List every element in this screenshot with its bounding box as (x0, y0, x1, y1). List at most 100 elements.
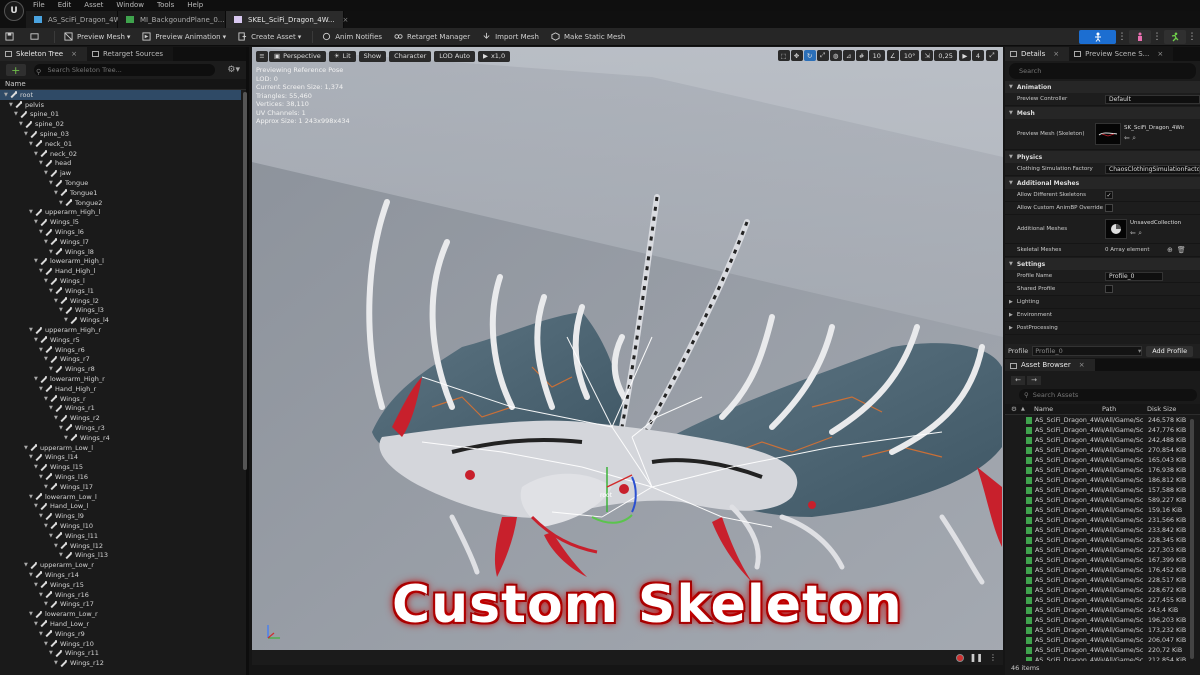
save-button[interactable] (0, 30, 23, 44)
bone-row[interactable]: ▼ Wings_l15 (0, 462, 241, 472)
bone-row[interactable]: ▼ Wings_l10 (0, 521, 241, 531)
tab-skeleton-tree[interactable]: Skeleton Tree × (0, 47, 87, 61)
preview-viewport[interactable]: root ≡ ▣ Perspective ☀ Lit Show Character … (252, 47, 1003, 665)
bone-row[interactable]: ▼ lowerarm_Low_r (0, 609, 241, 619)
bone-row[interactable]: ▼ Wings_r17 (0, 599, 241, 609)
menu-help[interactable]: Help (187, 1, 203, 9)
bone-row[interactable]: ▼ Wings_r1 (0, 404, 241, 414)
section-postprocessing[interactable]: ▶ PostProcessing (1005, 322, 1200, 335)
bone-row[interactable]: ▼ Tongue2 (0, 198, 241, 208)
section-animation[interactable]: ▼ Animation (1005, 81, 1200, 93)
bone-row[interactable]: ▼ Wings_l3 (0, 306, 241, 316)
tab-preview-scene-settings[interactable]: Preview Scene S... × (1069, 47, 1174, 61)
rotate-icon[interactable]: ↻ (803, 50, 816, 61)
translate-icon[interactable]: ✥ (790, 50, 803, 61)
bone-row[interactable]: ▼ Wings_l (0, 276, 241, 286)
more-options-icon[interactable]: ⋮ (1153, 30, 1162, 44)
close-icon[interactable]: × (1079, 361, 1085, 369)
preview-animation-button[interactable]: Preview Animation ▾ (137, 30, 231, 44)
play-rate-button[interactable]: ▶ x1,0 (477, 50, 511, 62)
asset-row[interactable]: AS_SciFi_Dragon_4Win/All/Game/Sc 173,232 … (1005, 625, 1200, 635)
section-lighting[interactable]: ▶ Lighting (1005, 296, 1200, 309)
bone-row[interactable]: ▼ lowerarm_High_r (0, 374, 241, 384)
bone-row[interactable]: ▼ Wings_l14 (0, 452, 241, 462)
bone-row[interactable]: ▼ Wings_r7 (0, 355, 241, 365)
preview-mesh-value[interactable]: SK_SciFi_Dragon_4Wings (1124, 125, 1184, 131)
asset-row[interactable]: AS_SciFi_Dragon_4Win/All/Game/Sc 243,4 Ki… (1005, 605, 1200, 615)
gear-icon[interactable]: ⚙▾ (227, 65, 240, 75)
bone-row[interactable]: ▼ spine_03 (0, 129, 241, 139)
bone-row[interactable]: ▼ upperarm_Low_l (0, 443, 241, 453)
skeleton-search-input[interactable] (33, 64, 216, 76)
close-icon[interactable]: × (343, 16, 349, 24)
bone-row[interactable]: ▼ Wings_l2 (0, 296, 241, 306)
browse-button[interactable] (25, 30, 48, 44)
bone-row[interactable]: ▼ Wings_r2 (0, 413, 241, 423)
menu-asset[interactable]: Asset (84, 1, 103, 9)
bone-row[interactable]: ▼ spine_02 (0, 119, 241, 129)
asset-row[interactable]: AS_SciFi_Dragon_4Win/All/Game/Sc 228,345 … (1005, 535, 1200, 545)
maximize-icon[interactable]: ⤢ (986, 50, 998, 61)
section-physics[interactable]: ▼ Physics (1005, 151, 1200, 163)
tab-retarget-sources[interactable]: Retarget Sources (86, 47, 174, 61)
record-button[interactable] (955, 653, 964, 662)
menu-edit[interactable]: Edit (58, 1, 72, 9)
animation-mode-button[interactable] (1164, 30, 1186, 44)
bone-row[interactable]: ▼ Wings_r11 (0, 648, 241, 658)
scale-snap-icon[interactable]: ⇲ (921, 50, 934, 61)
more-options-icon[interactable]: ⋮ (1118, 30, 1127, 44)
bone-row[interactable]: ▼ Wings_l13 (0, 550, 241, 560)
close-icon[interactable]: × (1053, 50, 1059, 58)
mesh-mode-button[interactable] (1129, 30, 1151, 44)
asset-row[interactable]: AS_SciFi_Dragon_4Win/All/Game/Sc 165,043 … (1005, 455, 1200, 465)
bone-row[interactable]: ▼ Wings_l4 (0, 315, 241, 325)
bone-row[interactable]: ▼ Hand_Low_l (0, 501, 241, 511)
bone-row[interactable]: ▼ Wings_r (0, 394, 241, 404)
scale-snap-value[interactable]: 0,25 (934, 50, 957, 61)
bone-row[interactable]: ▼ Hand_High_l (0, 266, 241, 276)
preview-controller-dropdown[interactable]: Default (1105, 94, 1200, 104)
tab-animation-sequence[interactable]: AS_SciFi_Dragon_4Win... (26, 11, 133, 28)
asset-row[interactable]: AS_SciFi_Dragon_4Win/All/Game/Sc 227,455 … (1005, 595, 1200, 605)
bone-row[interactable]: ▼ Wings_r15 (0, 580, 241, 590)
bone-row[interactable]: ▼ Tongue (0, 178, 241, 188)
bone-row[interactable]: ▼ upperarm_Low_r (0, 560, 241, 570)
bone-row[interactable]: ▼ Wings_l16 (0, 472, 241, 482)
allow-custom-animbp-checkbox[interactable] (1105, 204, 1113, 212)
bone-row[interactable]: ▼ neck_02 (0, 149, 241, 159)
show-button[interactable]: Show (358, 50, 387, 62)
bone-row[interactable]: ▼ Wings_l11 (0, 531, 241, 541)
scrollbar[interactable] (243, 92, 247, 470)
viewport-menu-icon[interactable]: ≡ (256, 50, 268, 62)
collection-thumbnail[interactable] (1105, 219, 1127, 239)
bone-row[interactable]: ▼ neck_01 (0, 139, 241, 149)
section-environment[interactable]: ▶ Environment (1005, 309, 1200, 322)
bone-row[interactable]: ▼ upperarm_High_r (0, 325, 241, 335)
bone-row[interactable]: ▼ Wings_r10 (0, 639, 241, 649)
menu-file[interactable]: File (33, 1, 45, 9)
profile-name-input[interactable]: Profile_0 (1105, 271, 1163, 281)
scrollbar[interactable] (1190, 419, 1194, 659)
section-additional-meshes[interactable]: ▼ Additional Meshes (1005, 177, 1200, 189)
bone-row[interactable]: ▼ Wings_l6 (0, 227, 241, 237)
create-asset-button[interactable]: Create Asset ▾ (233, 30, 306, 44)
asset-row[interactable]: AS_SciFi_Dragon_4Win/All/Game/Sc 227,303 … (1005, 545, 1200, 555)
bone-row[interactable]: ▼ Wings_r6 (0, 345, 241, 355)
tab-asset-browser[interactable]: Asset Browser × (1005, 359, 1095, 371)
asset-row[interactable]: AS_SciFi_Dragon_4Win/All/Game/Sc 228,517 … (1005, 575, 1200, 585)
shared-profile-checkbox[interactable] (1105, 285, 1113, 293)
filter-icon[interactable]: ⚙ (1005, 405, 1019, 413)
more-options-icon[interactable]: ⋮ (989, 653, 997, 662)
asset-row[interactable]: AS_SciFi_Dragon_4Win/All/Game/Sc 167,399 … (1005, 555, 1200, 565)
import-mesh-button[interactable]: Import Mesh (477, 30, 544, 44)
bone-row[interactable]: ▼ Wings_l8 (0, 247, 241, 257)
select-icon[interactable]: ⬚ (777, 50, 790, 61)
bone-row[interactable]: ▼ Wings_r8 (0, 364, 241, 374)
lod-button[interactable]: LOD Auto (434, 50, 475, 62)
column-disk-size[interactable]: Disk Size (1147, 405, 1191, 413)
browse-use-icons[interactable]: ⇐ ⌕ (1130, 229, 1181, 238)
skeleton-mode-button[interactable] (1079, 30, 1116, 44)
tab-material-instance[interactable]: MI_BackgoundPlane_0... * (118, 11, 232, 28)
add-element-icon[interactable]: ⊕ (1167, 246, 1173, 254)
rotation-snap-icon[interactable]: ∠ (886, 50, 899, 61)
